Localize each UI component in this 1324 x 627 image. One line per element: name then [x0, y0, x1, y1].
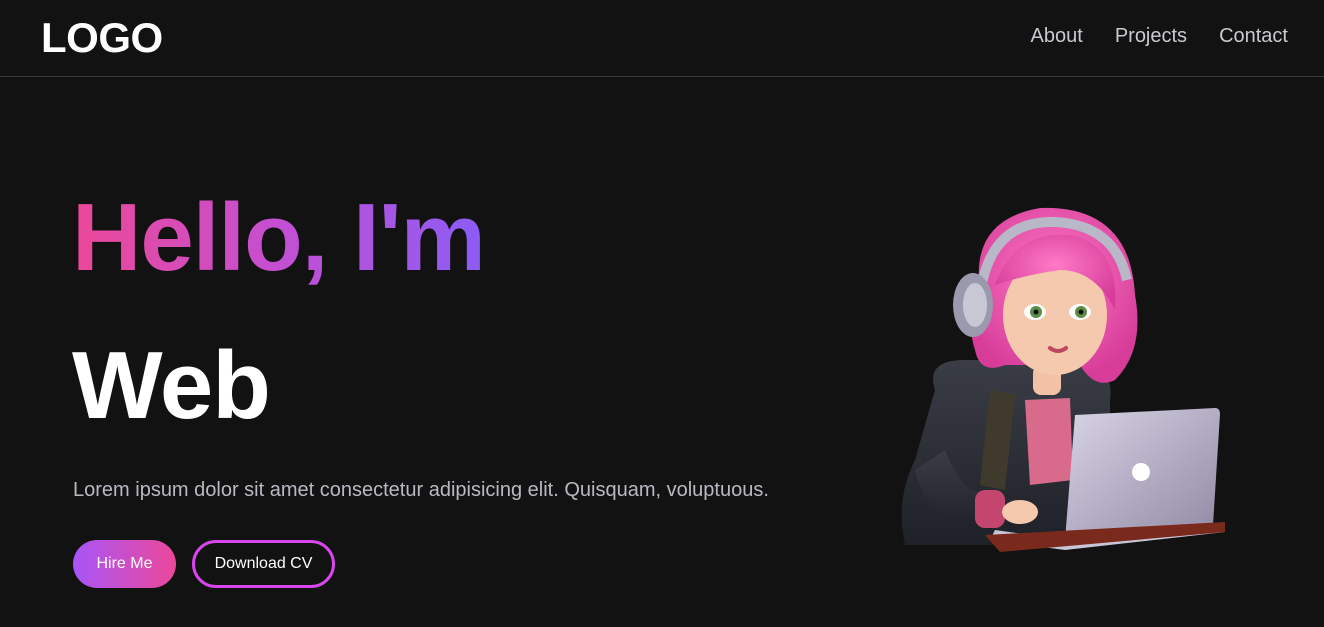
site-header: LOGO About Projects Contact: [0, 0, 1324, 77]
logo[interactable]: LOGO: [41, 14, 163, 62]
nav-link-projects[interactable]: Projects: [1115, 25, 1187, 48]
hero-illustration: [901, 207, 1225, 552]
nav-link-contact[interactable]: Contact: [1219, 25, 1288, 48]
main-nav: About Projects Contact: [1031, 25, 1288, 48]
nav-link-about[interactable]: About: [1031, 25, 1083, 48]
hero-role: Web: [72, 332, 271, 439]
hire-me-button[interactable]: Hire Me: [73, 540, 176, 588]
hero-greeting: Hello, I'm: [72, 184, 486, 291]
download-cv-button[interactable]: Download CV: [192, 540, 335, 588]
hero-description: Lorem ipsum dolor sit amet consectetur a…: [73, 479, 769, 501]
